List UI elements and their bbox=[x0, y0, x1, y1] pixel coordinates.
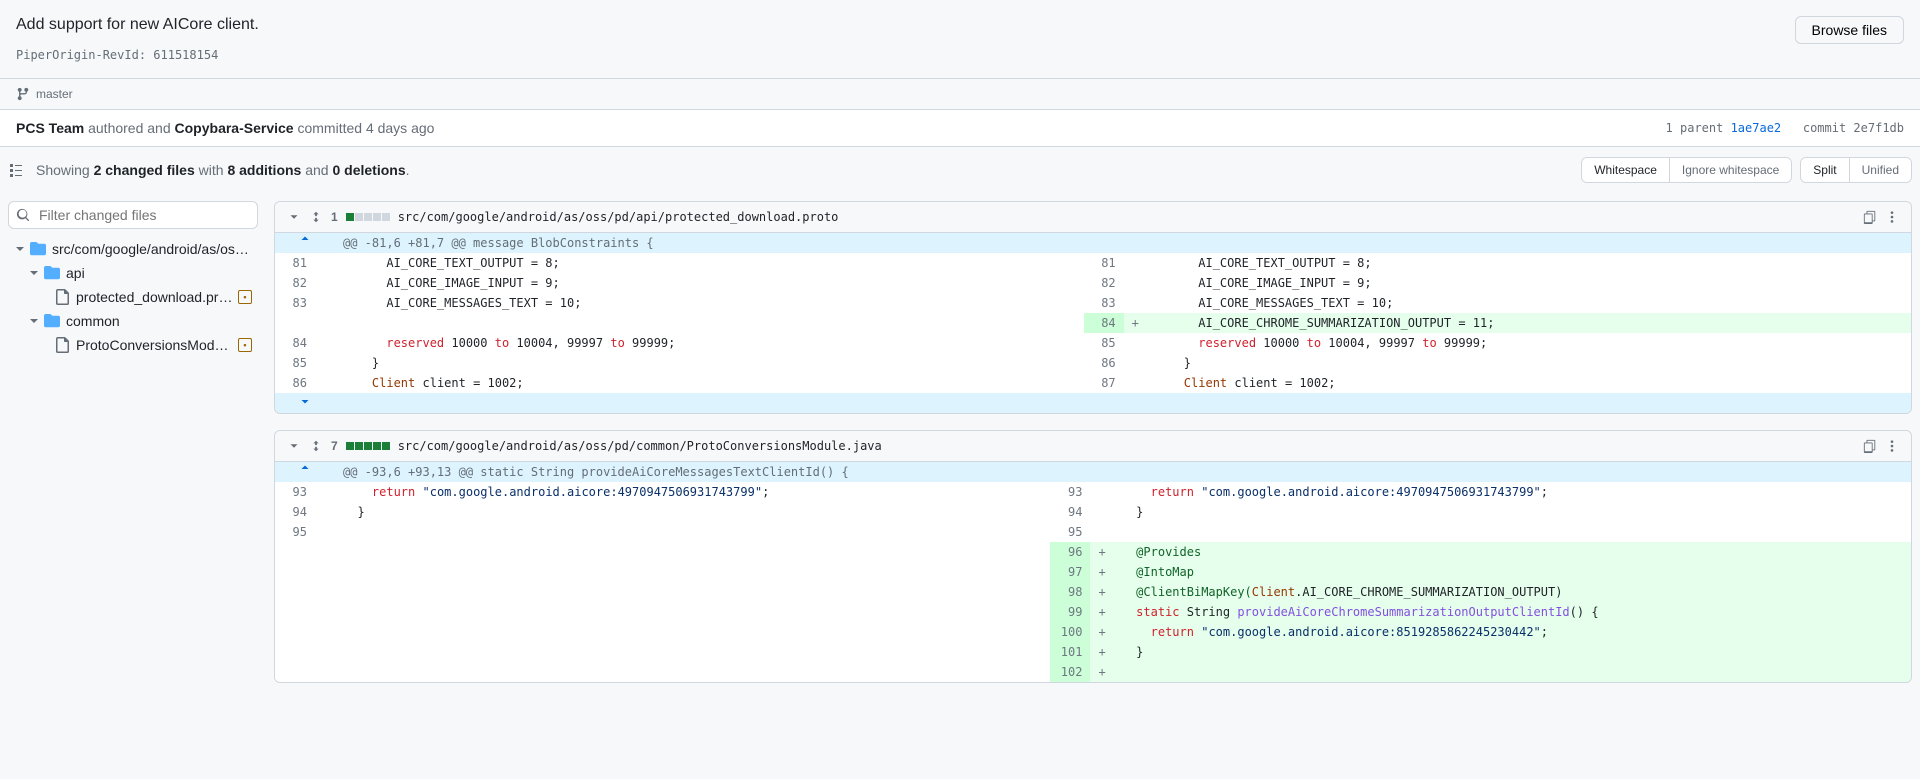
tree-label: src/com/google/android/as/oss/... bbox=[52, 241, 252, 257]
copy-icon[interactable] bbox=[1863, 439, 1877, 453]
tree-file-java[interactable]: ProtoConversionsModule.j... • bbox=[8, 333, 258, 357]
diff-main: 1 src/com/google/android/as/oss/pd/api/p… bbox=[274, 201, 1912, 683]
browse-files-button[interactable]: Browse files bbox=[1795, 16, 1904, 44]
file-icon bbox=[54, 337, 70, 353]
ignore-whitespace-btn[interactable]: Ignore whitespace bbox=[1669, 158, 1791, 182]
diff-line-addition: 84+ AI_CORE_CHROME_SUMMARIZATION_OUTPUT … bbox=[275, 313, 1911, 333]
chevron-down-icon[interactable] bbox=[287, 210, 301, 224]
diff-toolbar: Showing 2 changed files with 8 additions… bbox=[0, 147, 1920, 193]
diffstat-squares bbox=[346, 213, 390, 221]
diff-line: 82 AI_CORE_IMAGE_INPUT = 9;82 AI_CORE_IM… bbox=[275, 273, 1911, 293]
kebab-icon[interactable] bbox=[1885, 210, 1899, 224]
diffstat-squares bbox=[346, 442, 390, 450]
filter-box bbox=[8, 201, 258, 229]
diff-line-addition: 102+ bbox=[275, 662, 1911, 682]
expand-up-button[interactable] bbox=[275, 462, 335, 482]
file-diff-block: 1 src/com/google/android/as/oss/pd/api/p… bbox=[274, 201, 1912, 414]
modified-badge: • bbox=[238, 290, 252, 304]
diff-line: 81 AI_CORE_TEXT_OUTPUT = 8;81 AI_CORE_TE… bbox=[275, 253, 1911, 273]
search-icon bbox=[16, 208, 30, 222]
parent-sha-link[interactable]: 1ae7ae2 bbox=[1731, 121, 1782, 135]
hunk-header: @@ -81,6 +81,7 @@ message BlobConstraint… bbox=[275, 233, 1911, 253]
folder-icon bbox=[44, 265, 60, 281]
chevron-down-icon bbox=[28, 315, 40, 327]
commit-title: Add support for new AICore client. bbox=[16, 16, 259, 34]
parent-info: 1 parent 1ae7ae2 commit 2e7f1db bbox=[1666, 121, 1904, 135]
commit-time: 4 days ago bbox=[366, 120, 435, 136]
kebab-icon[interactable] bbox=[1885, 439, 1899, 453]
branch-name[interactable]: master bbox=[36, 87, 73, 101]
diff-line-addition: 100+ return "com.google.android.aicore:8… bbox=[275, 622, 1911, 642]
commit-header: Add support for new AICore client. Brows… bbox=[0, 0, 1920, 79]
chevron-down-icon bbox=[14, 243, 26, 255]
expand-down-button[interactable] bbox=[275, 393, 335, 413]
branch-icon bbox=[16, 87, 30, 101]
tree-label: common bbox=[66, 313, 252, 329]
content-area: src/com/google/android/as/oss/... api pr… bbox=[0, 193, 1920, 691]
diff-line: 84 reserved 10000 to 10004, 99997 to 999… bbox=[275, 333, 1911, 353]
diff-line: 86 Client client = 1002;87 Client client… bbox=[275, 373, 1911, 393]
diff-line: 83 AI_CORE_MESSAGES_TEXT = 10;83 AI_CORE… bbox=[275, 293, 1911, 313]
expand-down bbox=[275, 393, 1911, 413]
file-tree-sidebar: src/com/google/android/as/oss/... api pr… bbox=[8, 201, 258, 683]
diff-line: 85 }86 } bbox=[275, 353, 1911, 373]
unified-view-btn[interactable]: Unified bbox=[1849, 158, 1911, 182]
copy-icon[interactable] bbox=[1863, 210, 1877, 224]
filter-input[interactable] bbox=[8, 201, 258, 229]
diff-line-addition: 96+ @Provides bbox=[275, 542, 1911, 562]
file-path[interactable]: src/com/google/android/as/oss/pd/api/pro… bbox=[398, 210, 1855, 224]
commit-meta-bar: PCS Team authored and Copybara-Service c… bbox=[0, 110, 1920, 147]
diff-line-addition: 97+ @IntoMap bbox=[275, 562, 1911, 582]
split-view-btn[interactable]: Split bbox=[1801, 158, 1848, 182]
file-header: 7 src/com/google/android/as/oss/pd/commo… bbox=[275, 431, 1911, 462]
diff-line-addition: 98+ @ClientBiMapKey(Client.AI_CORE_CHROM… bbox=[275, 582, 1911, 602]
diff-line: 94 }94 } bbox=[275, 502, 1911, 522]
diff-table: @@ -81,6 +81,7 @@ message BlobConstraint… bbox=[275, 233, 1911, 413]
tree-folder-root[interactable]: src/com/google/android/as/oss/... bbox=[8, 237, 258, 261]
branch-bar: master bbox=[0, 79, 1920, 110]
diff-line-addition: 99+ static String provideAiCoreChromeSum… bbox=[275, 602, 1911, 622]
changes-summary: Showing 2 changed files with 8 additions… bbox=[36, 162, 410, 178]
file-stat-count: 1 bbox=[331, 210, 338, 224]
diff-table: @@ -93,6 +93,13 @@ static String provide… bbox=[275, 462, 1911, 682]
author-info: PCS Team authored and Copybara-Service c… bbox=[16, 120, 434, 136]
folder-icon bbox=[44, 313, 60, 329]
tree-file-proto[interactable]: protected_download.proto • bbox=[8, 285, 258, 309]
commit-sha: 2e7f1db bbox=[1853, 121, 1904, 135]
file-icon bbox=[54, 289, 70, 305]
file-header: 1 src/com/google/android/as/oss/pd/api/p… bbox=[275, 202, 1911, 233]
modified-badge: • bbox=[238, 338, 252, 352]
expand-icon[interactable] bbox=[309, 210, 323, 224]
diff-line-addition: 101+ } bbox=[275, 642, 1911, 662]
tree-label: api bbox=[66, 265, 252, 281]
chevron-down-icon[interactable] bbox=[287, 439, 301, 453]
expand-up-button[interactable] bbox=[275, 233, 335, 253]
tree-label: protected_download.proto bbox=[76, 289, 234, 305]
file-tree-toggle-icon[interactable] bbox=[8, 162, 24, 178]
folder-icon bbox=[30, 241, 46, 257]
file-path[interactable]: src/com/google/android/as/oss/pd/common/… bbox=[398, 439, 1855, 453]
whitespace-toggle: Whitespace Ignore whitespace bbox=[1581, 157, 1792, 183]
tree-folder-api[interactable]: api bbox=[8, 261, 258, 285]
hunk-header: @@ -93,6 +93,13 @@ static String provide… bbox=[275, 462, 1911, 482]
diff-view-toggle: Split Unified bbox=[1800, 157, 1912, 183]
chevron-down-icon bbox=[28, 267, 40, 279]
tree-folder-common[interactable]: common bbox=[8, 309, 258, 333]
commit-subtitle: PiperOrigin-RevId: 611518154 bbox=[16, 48, 1904, 62]
expand-icon[interactable] bbox=[309, 439, 323, 453]
diff-line: 93 return "com.google.android.aicore:497… bbox=[275, 482, 1911, 502]
tree-label: ProtoConversionsModule.j... bbox=[76, 337, 234, 353]
author-name[interactable]: PCS Team bbox=[16, 120, 84, 136]
committer-name[interactable]: Copybara-Service bbox=[175, 120, 294, 136]
file-diff-block: 7 src/com/google/android/as/oss/pd/commo… bbox=[274, 430, 1912, 683]
file-stat-count: 7 bbox=[331, 439, 338, 453]
diff-line: 9595 bbox=[275, 522, 1911, 542]
whitespace-btn[interactable]: Whitespace bbox=[1582, 158, 1669, 182]
